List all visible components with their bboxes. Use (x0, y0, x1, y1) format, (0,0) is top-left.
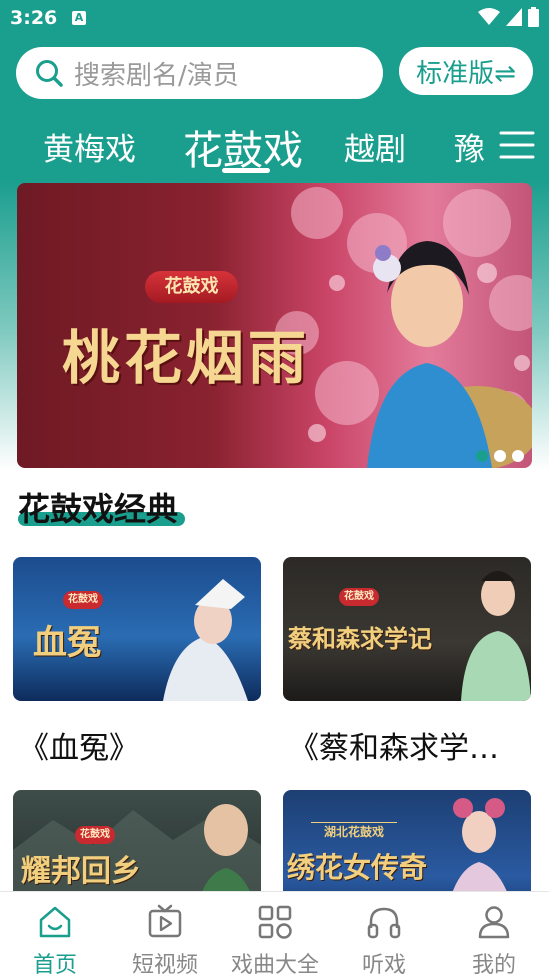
thumbnail-title: 血冤 (33, 623, 101, 663)
nav-label: 戏曲大全 (230, 953, 319, 977)
video-card[interactable]: 花鼓戏 蔡和森求学记 《蔡和森求学记... (283, 557, 531, 767)
video-title[interactable]: 《血冤》 (13, 723, 257, 767)
grid-icon (258, 905, 292, 939)
video-thumbnail[interactable]: 花鼓戏 蔡和森求学记 (283, 557, 531, 701)
video-title[interactable]: 《蔡和森求学记... (283, 723, 527, 767)
bottom-navigation: 首页 短视频 戏曲大全 听戏 我的 (0, 891, 549, 977)
status-time: 3:26 (10, 7, 58, 29)
active-tab-indicator (222, 168, 270, 173)
tab-yuju[interactable]: 豫 (454, 124, 485, 169)
thumbnail-badge: 花鼓戏 (339, 588, 379, 606)
video-card[interactable]: 花鼓戏 血冤 《血冤》 (13, 557, 261, 767)
nav-opera-library[interactable]: 戏曲大全 (220, 892, 330, 977)
headphones-icon (367, 907, 401, 939)
performer-image (367, 241, 532, 468)
signal-icon (506, 8, 522, 26)
nav-profile[interactable]: 我的 (439, 892, 549, 977)
nav-label: 听戏 (361, 953, 406, 977)
carousel-indicator (476, 450, 524, 462)
video-thumbnail[interactable]: 花鼓戏 血冤 (13, 557, 261, 701)
thumbnail-badge: 花鼓戏 (75, 826, 115, 844)
banner-badge: 花鼓戏 (145, 271, 238, 303)
tab-yueju[interactable]: 越剧 (344, 124, 406, 169)
version-switch-button[interactable]: 标准版⇌ (399, 47, 533, 95)
nav-listen[interactable]: 听戏 (329, 892, 439, 977)
banner-title: 桃花烟雨 (62, 324, 311, 392)
search-input[interactable]: 搜索剧名/演员 (16, 47, 383, 99)
section-title: 花鼓戏经典 (18, 490, 179, 528)
thumbnail-badge: 花鼓戏 (63, 591, 103, 609)
carousel-dot[interactable] (512, 450, 524, 462)
section-heading: 花鼓戏经典 (18, 484, 185, 530)
nav-label: 短视频 (131, 953, 198, 977)
menu-icon[interactable] (499, 130, 535, 160)
home-icon (39, 906, 71, 938)
carousel-dot[interactable] (476, 450, 488, 462)
carousel-dot[interactable] (494, 450, 506, 462)
thumbnail-title: 绣花女传奇 (287, 851, 428, 884)
battery-icon (528, 7, 539, 27)
wifi-icon (478, 8, 500, 25)
profile-icon (478, 906, 510, 939)
nav-home[interactable]: 首页 (0, 892, 110, 977)
thumbnail-badge: 湖北花鼓戏 (311, 822, 397, 840)
banner-carousel[interactable]: 花鼓戏 桃花烟雨 (17, 183, 532, 468)
nav-label: 我的 (471, 953, 516, 977)
status-bar: 3:26 A (0, 0, 549, 38)
thumbnail-title: 耀邦回乡 (21, 854, 141, 889)
nav-short-video[interactable]: 短视频 (110, 892, 220, 977)
thumbnail-title: 蔡和森求学记 (288, 624, 432, 653)
notification-icon: A (72, 11, 86, 25)
tab-huangmeixi[interactable]: 黄梅戏 (43, 124, 136, 169)
nav-label: 首页 (32, 953, 77, 977)
category-tabs: 黄梅戏 花鼓戏 越剧 豫 (0, 110, 549, 180)
search-icon (36, 60, 63, 87)
video-icon (148, 904, 182, 938)
search-placeholder: 搜索剧名/演员 (74, 60, 239, 91)
status-icons (478, 7, 539, 27)
